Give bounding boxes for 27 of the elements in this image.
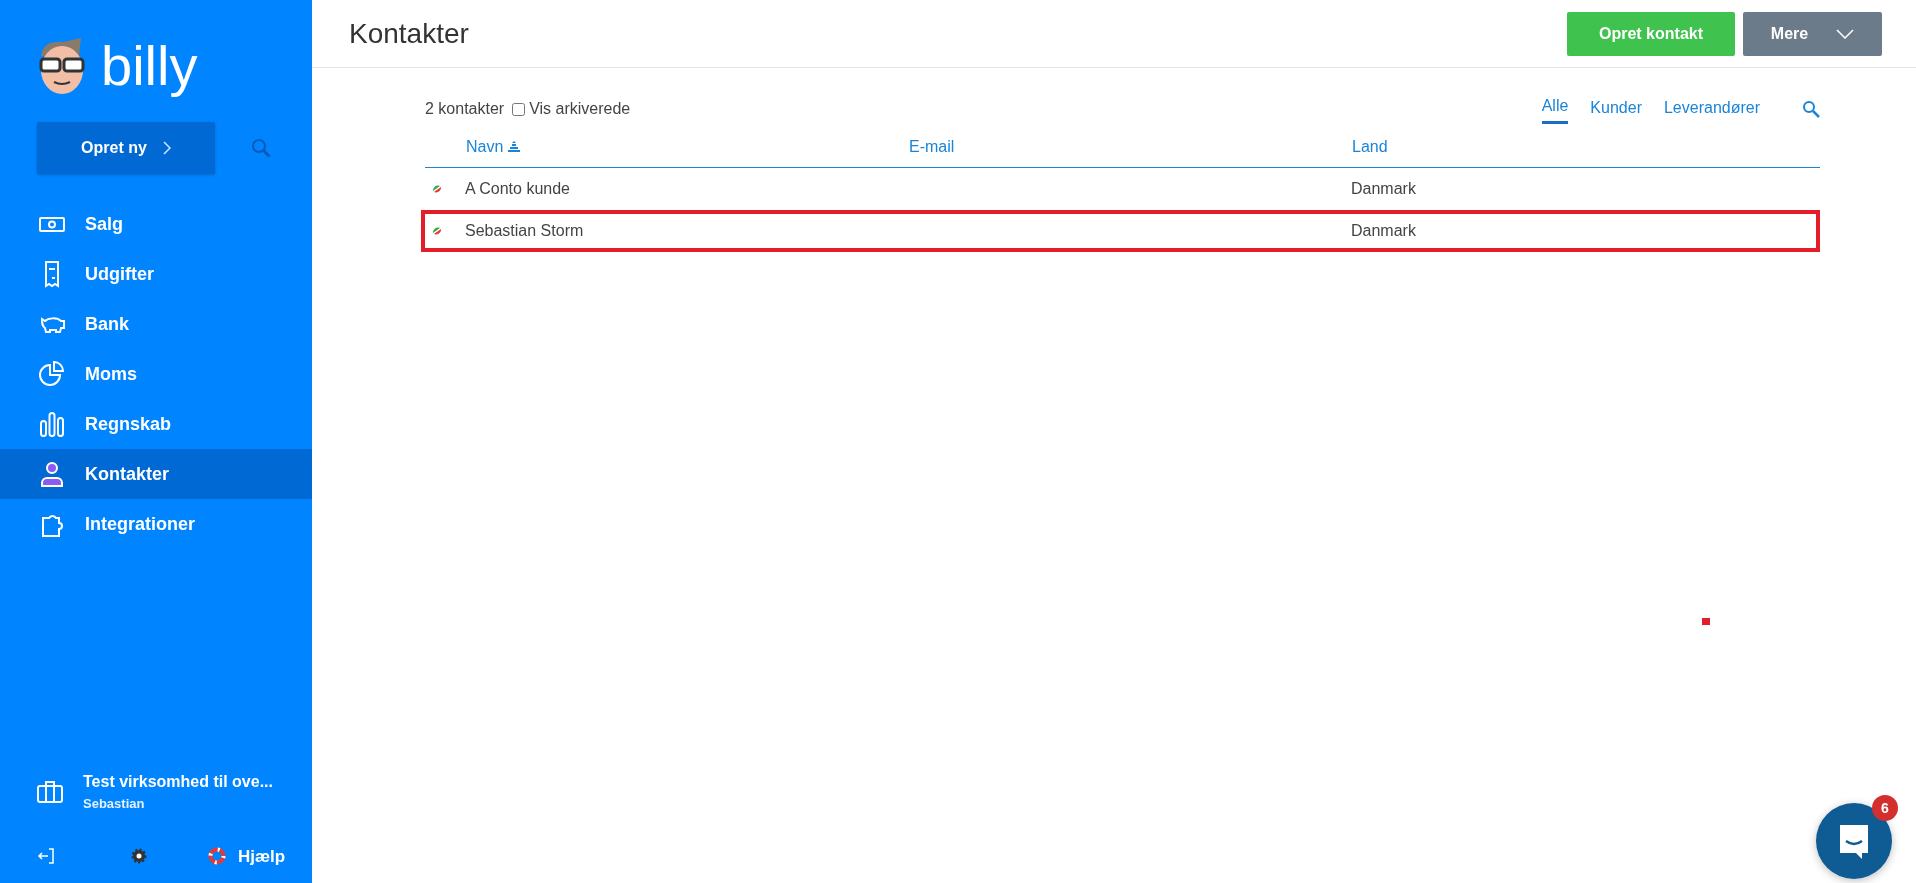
checkbox-label[interactable]: Vis arkiverede [529,97,631,121]
more-button[interactable]: Mere [1743,11,1882,56]
nav-item[interactable]: Udgifter [0,249,312,299]
table-cell: Danmark [1351,222,1416,239]
table-cell: Sebastian Storm [465,222,584,239]
nav-item[interactable]: Salg [0,199,312,249]
filter-tab[interactable]: Alle [1541,94,1569,124]
notification-badge: 6 [1872,795,1898,821]
create-contact-button[interactable]: Opret kontakt [1567,11,1735,56]
table-cell: Danmark [1351,180,1416,197]
column-header[interactable]: Navn [466,135,504,159]
nav-item[interactable]: Regnskab [0,399,312,449]
company-name[interactable]: Test virksomhed til ove... [83,770,273,794]
filter-tab[interactable]: Leverandører [1663,95,1760,123]
nav-item[interactable]: Bank [0,299,312,349]
user-name: Sebastian [83,795,146,813]
contact-count: 2 kontakter [425,99,505,119]
create-new-button[interactable]: Opret ny [37,122,215,174]
nav-item[interactable]: Integrationer [0,499,312,549]
column-header[interactable]: Land [1352,135,1388,159]
filter-tab[interactable]: Kunder [1590,95,1642,123]
table-cell: A Conto kunde [465,180,570,197]
help-link[interactable]: Hjælp [208,843,286,869]
page-title: Kontakter [349,16,469,51]
column-header[interactable]: E-mail [909,135,955,159]
nav-item[interactable]: Kontakter [0,449,312,499]
nav-item[interactable]: Moms [0,349,312,399]
